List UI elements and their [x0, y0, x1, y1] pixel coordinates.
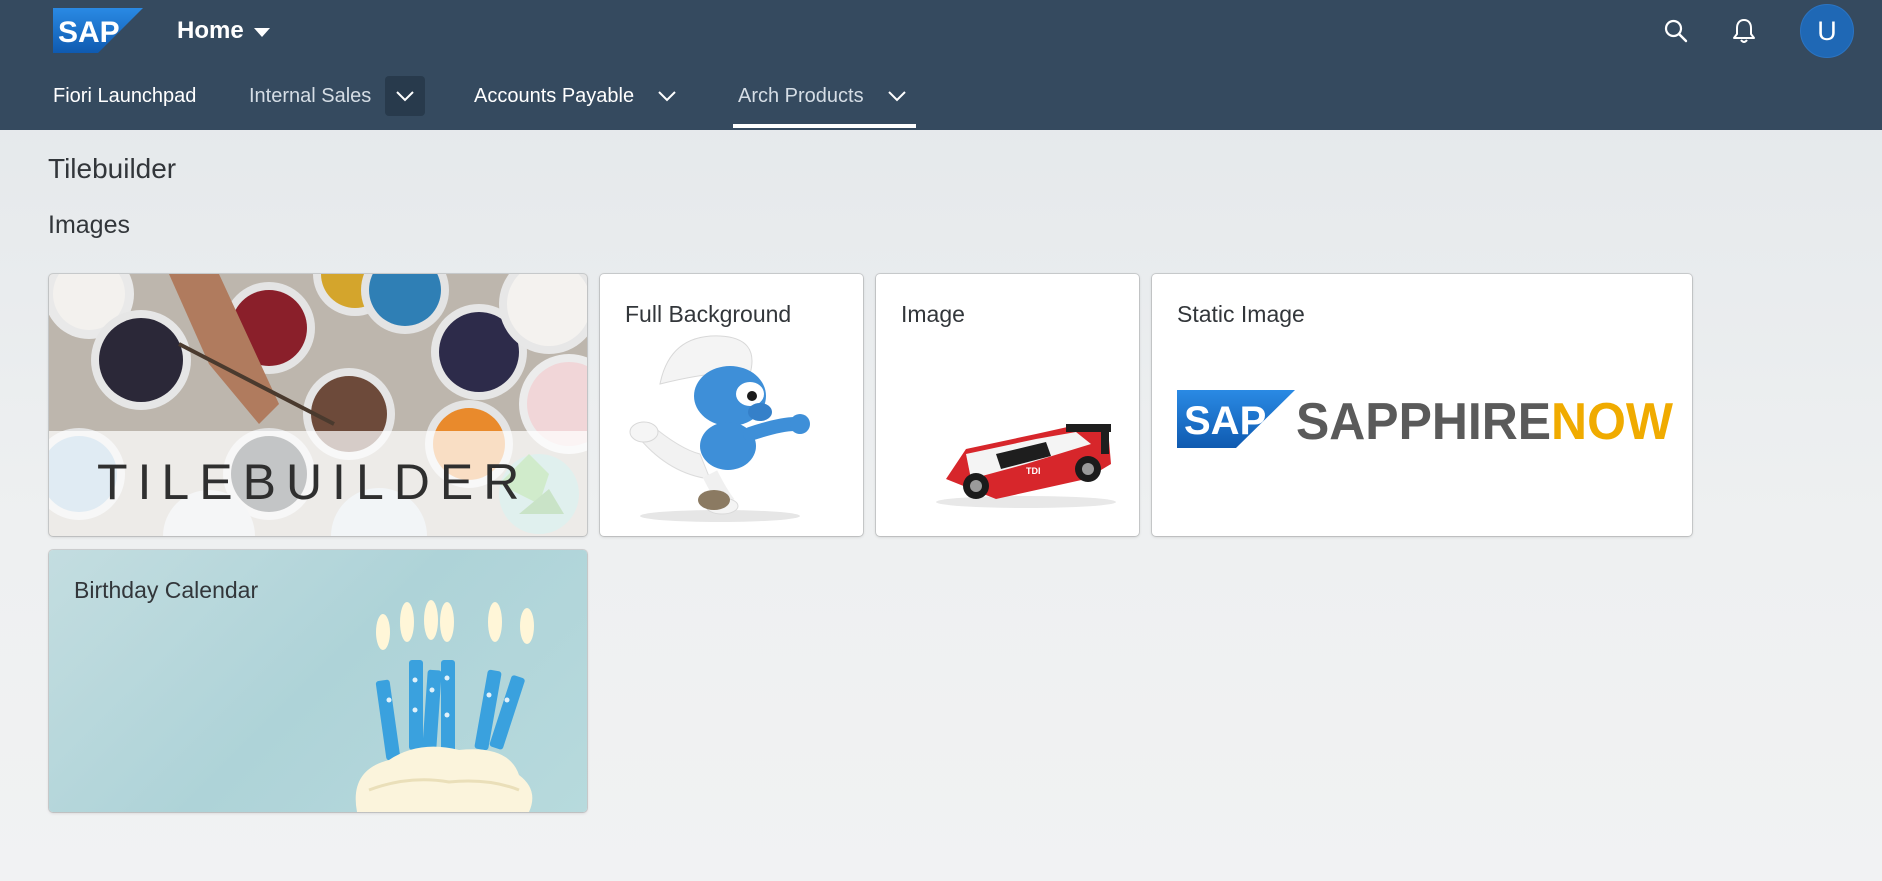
race-car-image: TDI — [936, 424, 1116, 508]
svg-text:SAPPHIRENOW: SAPPHIRENOW — [1296, 393, 1674, 451]
nav-item-fiori-launchpad[interactable]: Fiori Launchpad — [53, 62, 196, 130]
tile-full-background[interactable]: Full Background — [600, 274, 863, 536]
svg-text:TDI: TDI — [1026, 466, 1041, 476]
bell-icon — [1733, 19, 1755, 43]
page-title: Tilebuilder — [48, 153, 177, 184]
caret-down-icon — [253, 28, 270, 37]
nav-item-label: Fiori Launchpad — [53, 84, 197, 107]
user-avatar[interactable]: U — [1800, 4, 1854, 58]
shell-bar: SAP Home U Fiori Launchpad Internal Sale… — [0, 0, 1882, 130]
active-tab-indicator — [733, 124, 916, 128]
notifications-button[interactable] — [1724, 11, 1764, 51]
tile-tilebuilder[interactable]: TILEBUILDER — [49, 274, 587, 536]
tile-static-image[interactable]: Static Image SAP SAPPHIRENOW — [1152, 274, 1692, 536]
nav-item-label: Arch Products — [738, 84, 864, 107]
nav-item-label: Internal Sales — [249, 84, 372, 107]
chevron-down-icon — [887, 91, 906, 102]
nav-item-label: Accounts Payable — [474, 84, 635, 107]
nav-item-accounts-payable[interactable]: Accounts Payable — [474, 62, 678, 130]
chevron-down-icon — [396, 91, 415, 102]
svg-text:SAP: SAP — [58, 16, 120, 49]
tilebuilder-wordmark: TILEBUILDER — [97, 454, 530, 510]
tile-title: Birthday Calendar — [74, 577, 259, 603]
svg-text:SAP: SAP — [1184, 399, 1266, 443]
nav-item-internal-sales[interactable]: Internal Sales — [249, 62, 426, 130]
tile-birthday-calendar[interactable]: Birthday Calendar — [49, 550, 587, 812]
shell-actions: U — [1656, 2, 1854, 60]
avatar-initial: U — [1817, 15, 1837, 46]
chevron-down-icon — [658, 91, 676, 102]
sapphire-text: SAPPHIRE — [1296, 393, 1551, 451]
space-navigation: Fiori Launchpad Internal Sales Accounts … — [0, 62, 1882, 130]
arch-products-dropdown-button[interactable] — [886, 85, 908, 107]
group-title: Images — [48, 211, 130, 239]
tile-image[interactable]: Image TDI — [876, 274, 1139, 536]
sapphire-now-logo: SAP SAPPHIRENOW — [1177, 390, 1674, 451]
smurf-image — [629, 335, 810, 522]
search-button[interactable] — [1656, 11, 1696, 51]
nav-item-arch-products[interactable]: Arch Products — [738, 62, 908, 130]
accounts-payable-dropdown-button[interactable] — [656, 85, 678, 107]
now-text: NOW — [1551, 393, 1674, 451]
internal-sales-dropdown-button[interactable] — [385, 76, 426, 116]
home-label: Home — [177, 17, 244, 44]
search-icon — [1664, 19, 1688, 43]
shell-top-row: SAP Home U — [0, 0, 1882, 62]
sap-logo[interactable]: SAP — [53, 8, 143, 53]
home-menu-button[interactable]: Home — [177, 14, 270, 48]
